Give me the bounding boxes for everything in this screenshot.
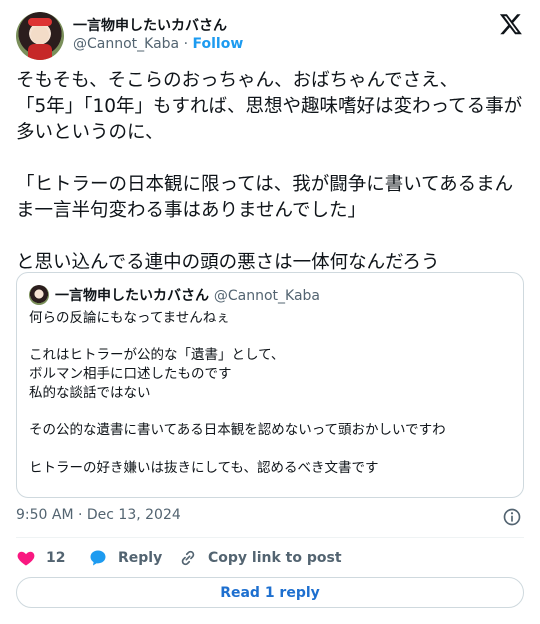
quote-author-name: 一言物申したいカバさん [55, 288, 209, 304]
heart-icon [17, 551, 35, 566]
like-count: 12 [46, 550, 66, 566]
divider [16, 537, 524, 538]
read-replies-button[interactable]: Read 1 reply [16, 577, 524, 608]
x-logo-icon[interactable] [498, 12, 524, 36]
like-button[interactable]: 12 [16, 544, 65, 572]
info-icon[interactable] [502, 507, 522, 527]
copy-link-label: Copy link to post [208, 550, 342, 566]
copy-link-button[interactable]: Copy link to post [178, 544, 342, 572]
author-handle[interactable]: @Cannot_Kaba [73, 36, 179, 52]
author-display-name[interactable]: 一言物申したいカバさん [73, 15, 227, 35]
quote-author-row: 一言物申したいカバさん @Cannot_Kaba [55, 285, 320, 305]
reply-bubble-icon [90, 550, 106, 566]
separator: · [183, 36, 189, 52]
reply-button[interactable]: Reply [88, 544, 162, 572]
reply-label: Reply [118, 550, 163, 566]
link-icon [181, 550, 195, 566]
quote-text: 何らの反論にもなってませんねぇ これはヒトラーが公的な「遺書」として、 ボルマン… [29, 310, 446, 476]
author-handle-row: @Cannot_Kaba · Follow [73, 36, 243, 52]
author-avatar[interactable] [16, 12, 64, 60]
follow-button[interactable]: Follow [193, 36, 244, 52]
quoted-tweet[interactable]: 一言物申したいカバさん @Cannot_Kaba 何らの反論にもなってませんねぇ… [16, 272, 524, 498]
quote-author-avatar [29, 285, 49, 305]
quote-author-handle: @Cannot_Kaba [213, 288, 321, 304]
tweet-card: 一言物申したいカバさん @Cannot_Kaba · Follow そもそも、そ… [0, 0, 540, 624]
tweet-text: そもそも、そこらのおっちゃん、おばちゃんでさえ、 「5年」「10年」もすれば、思… [16, 70, 523, 273]
timestamp[interactable]: 9:50 AM · Dec 13, 2024 [16, 507, 181, 523]
